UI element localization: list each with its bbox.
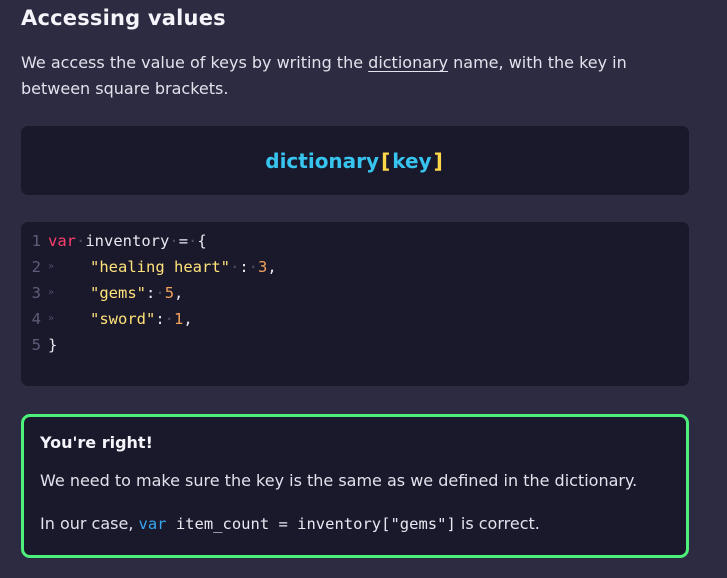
line-number: 2 [31, 258, 41, 276]
indent-marker: » [48, 313, 55, 324]
syntax-open-bracket: [ [381, 148, 391, 173]
code-number: 3 [258, 258, 268, 276]
intro-paragraph: We access the value of keys by writing t… [21, 50, 661, 102]
feedback-title: You're right! [40, 433, 153, 452]
syntax-key: key [392, 148, 432, 173]
indent-marker: » [48, 287, 55, 298]
inline-code: var item_count = inventory["gems"] [139, 515, 456, 533]
code-colon: : [155, 310, 165, 328]
syntax-close-bracket: ] [433, 148, 443, 173]
code-operator: = [178, 232, 189, 250]
feedback-panel: You're right! We need to make sure the k… [21, 414, 689, 558]
code-comma: , [183, 310, 193, 328]
dictionary-term-link[interactable]: dictionary [368, 53, 448, 72]
code-brace: { [197, 232, 207, 250]
code-line-3: 3 » "gems": · 5, [21, 280, 689, 306]
case-text-before: In our case, [40, 514, 139, 533]
inline-code-keyword: var [138, 515, 167, 533]
line-number: 4 [31, 310, 41, 328]
code-number: 1 [174, 310, 184, 328]
line-number: 3 [31, 284, 41, 302]
code-block: 1 var · inventory · = ·{ 2 » "healing heart" ·:… [21, 222, 689, 386]
syntax-card: dictionary [ key ] [21, 126, 689, 195]
inline-code-expression: item_count = inventory["gems"] [166, 515, 456, 533]
feedback-message: We need to make sure the key is the same… [40, 471, 638, 490]
code-string: "sword" [90, 310, 156, 328]
syntax-dictionary: dictionary [265, 148, 380, 173]
code-colon: : [146, 284, 156, 302]
code-comma: , [267, 258, 277, 276]
case-text-after: is correct. [455, 514, 540, 533]
feedback-case: In our case, var item_count = inventory[… [40, 511, 670, 537]
code-colon: : [239, 258, 249, 276]
code-string: "gems" [90, 284, 146, 302]
intro-text-before: We access the value of keys by writing t… [21, 53, 369, 72]
code-number: 5 [164, 284, 175, 302]
code-keyword: var [48, 232, 76, 250]
code-comma: , [174, 284, 184, 302]
code-line-2: 2 » "healing heart" ·: · 3, [21, 254, 689, 280]
line-number: 1 [31, 232, 41, 250]
code-variable: inventory [85, 232, 170, 250]
code-line-1: 1 var · inventory · = ·{ [21, 228, 689, 254]
code-string: "healing heart" [90, 258, 230, 276]
indent-marker: » [48, 261, 55, 272]
code-line-4: 4 » "sword": · 1, [21, 306, 689, 332]
section-heading: Accessing values [21, 6, 226, 30]
code-line-5: 5 } [21, 332, 689, 358]
line-number: 5 [31, 336, 41, 354]
code-brace: } [48, 336, 58, 354]
